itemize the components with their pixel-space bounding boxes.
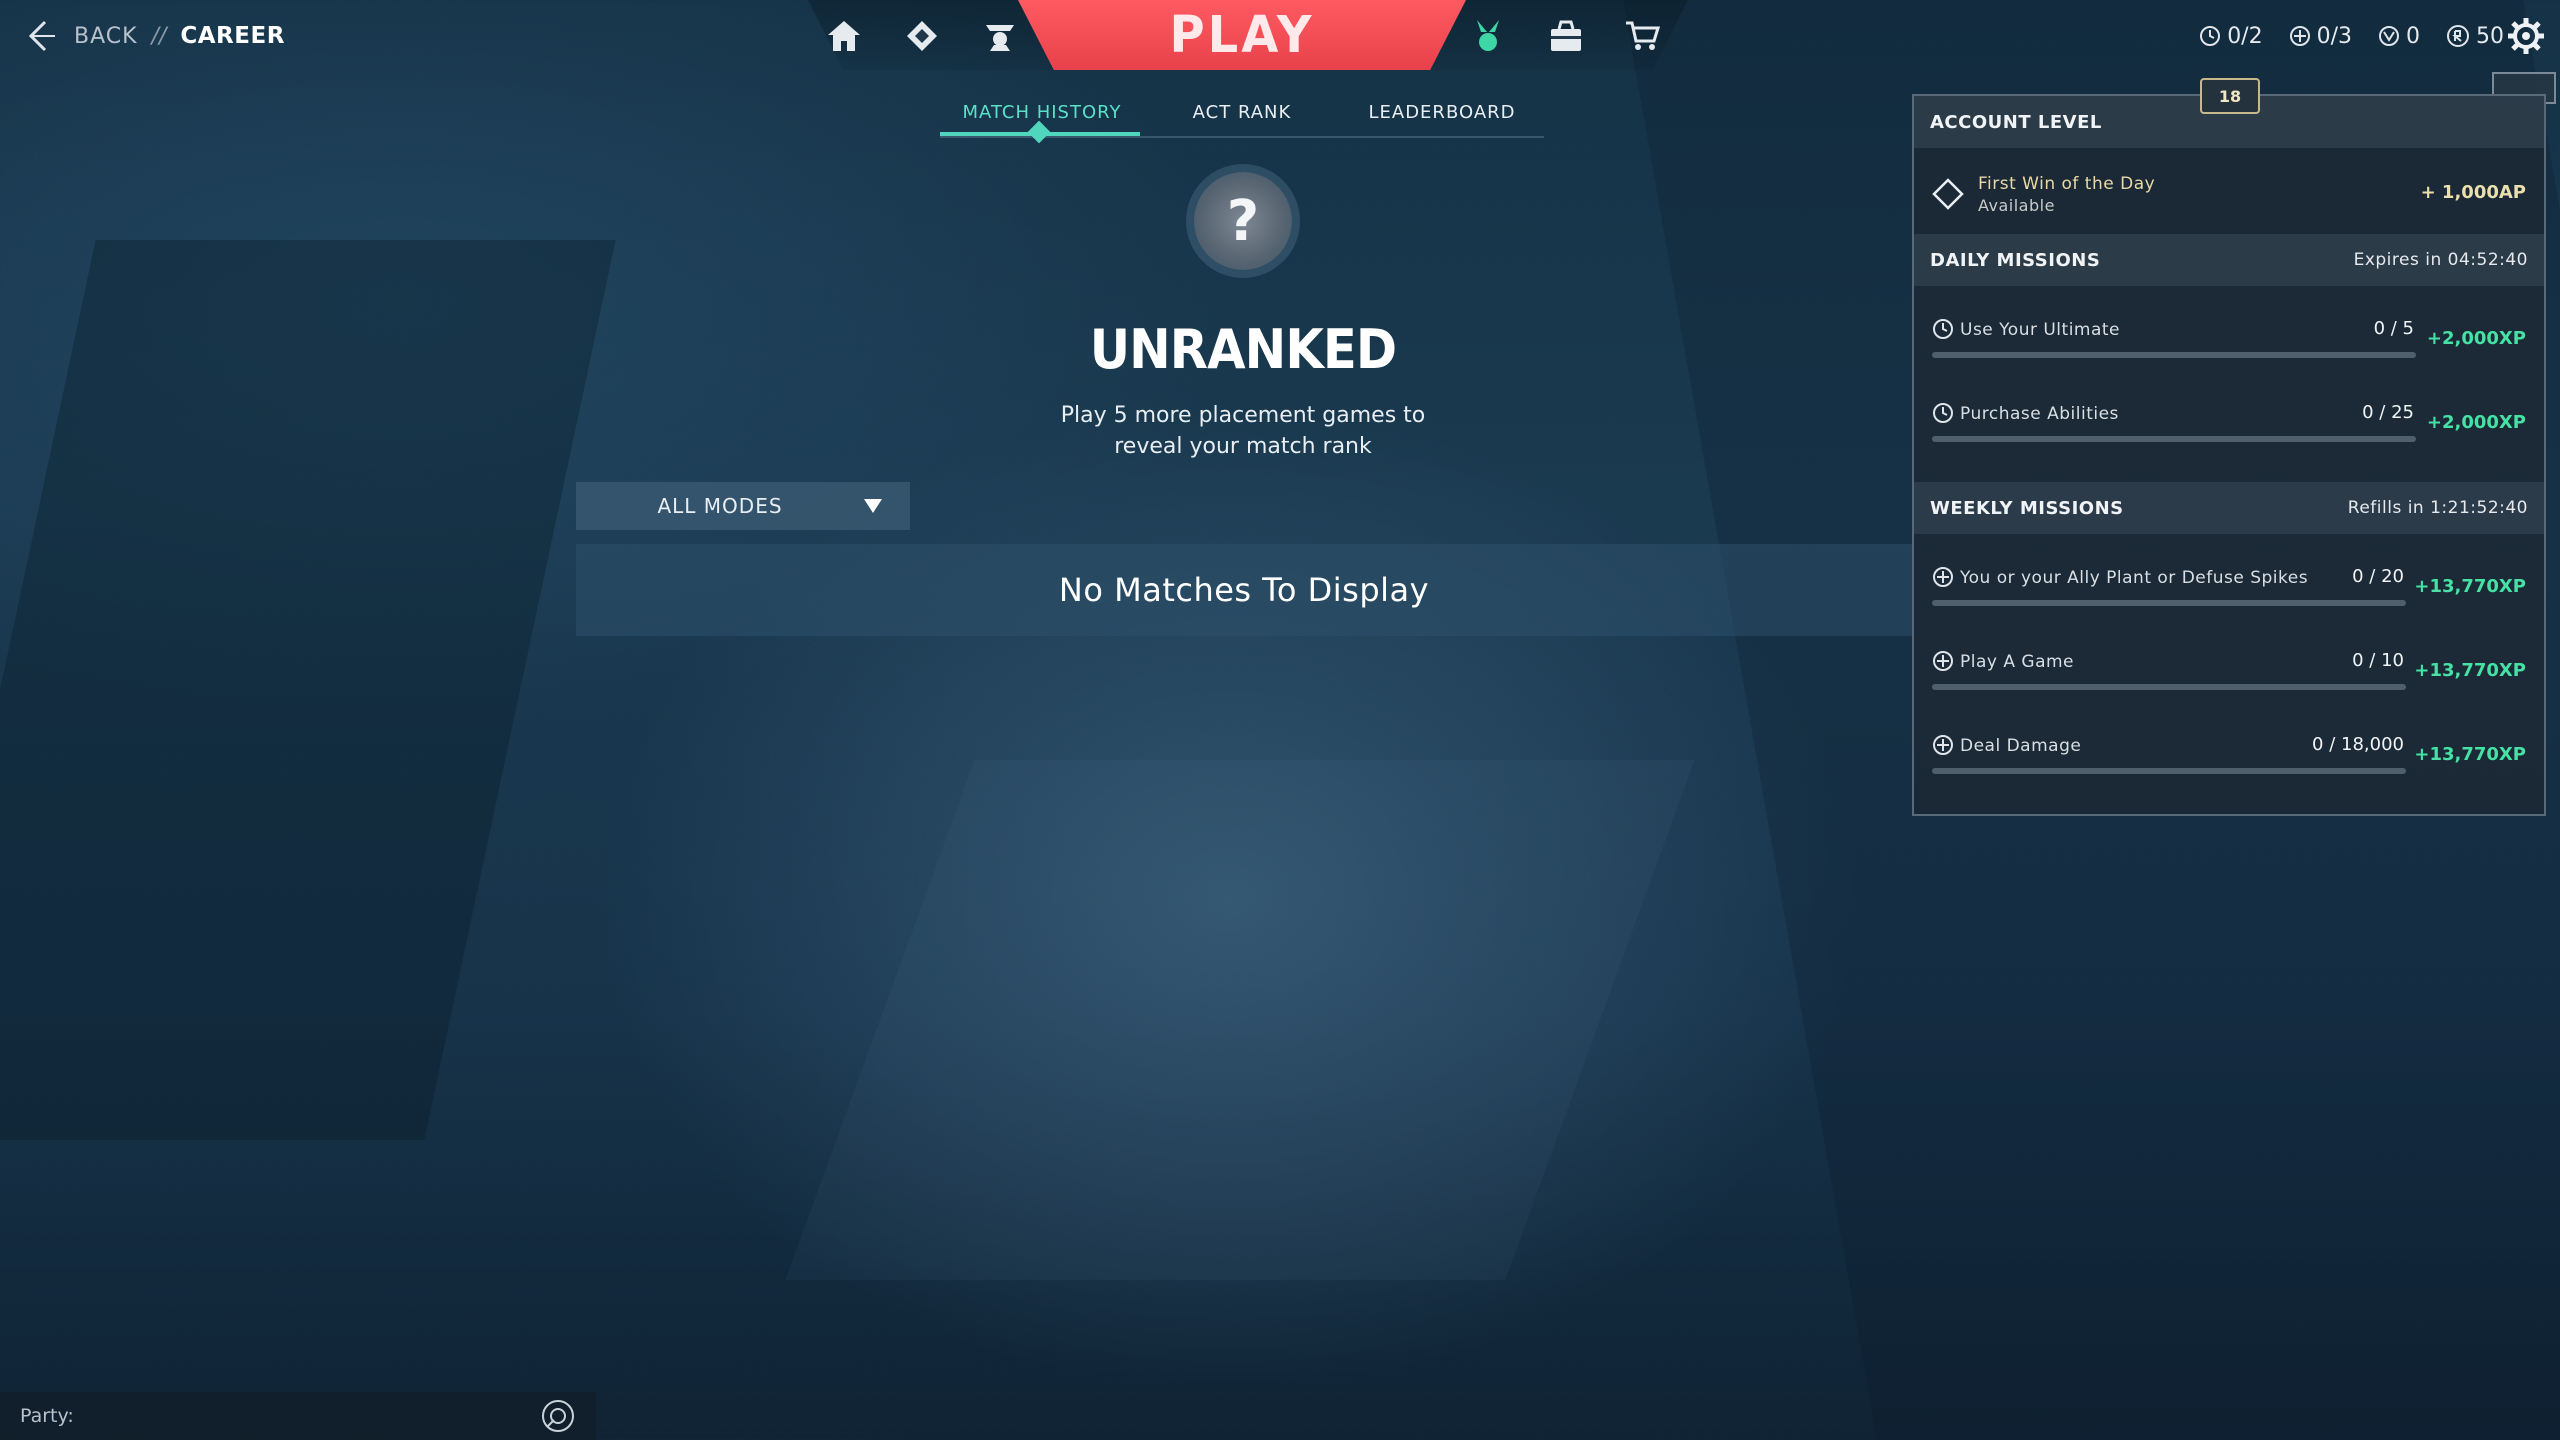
currency-value: 0/2 <box>2227 23 2263 49</box>
currency-bar: 0/2 0/3 0 50 <box>2199 20 2504 52</box>
rank-description: Play 5 more placement games to reveal yo… <box>1000 400 1486 462</box>
career-subtabs: MATCH HISTORY ACT RANK LEADERBOARD <box>940 96 1544 144</box>
tab-match-history[interactable]: MATCH HISTORY <box>942 102 1142 123</box>
battlepass-icon[interactable] <box>900 14 944 58</box>
currency-item[interactable]: 0 <box>2378 24 2420 49</box>
mission-progress-bar <box>1932 768 2406 774</box>
first-win-label: First Win of the Day <box>1978 174 2156 194</box>
currency-value: 50 <box>2476 23 2504 49</box>
section-title: DAILY MISSIONS <box>1930 249 2101 271</box>
active-tab-diamond <box>1027 120 1051 144</box>
currency-value: 0 <box>2406 23 2420 49</box>
background-shape <box>0 240 616 1140</box>
tab-leaderboard[interactable]: LEADERBOARD <box>1342 102 1542 123</box>
mission-name: Play A Game <box>1960 652 2074 672</box>
mission-progress: 0 / 18,000 <box>2312 734 2404 755</box>
play-label: PLAY <box>1169 5 1315 65</box>
home-icon[interactable] <box>822 14 866 58</box>
diamond-icon <box>1932 178 1964 210</box>
empty-state-text: No Matches To Display <box>1058 571 1430 609</box>
rank-glyph: ? <box>1226 188 1260 254</box>
currency-item[interactable]: 50 <box>2446 24 2504 49</box>
section-title: ACCOUNT LEVEL <box>1930 111 2102 133</box>
mode-dropdown[interactable]: ALL MODES <box>576 482 910 530</box>
rank-description-line: Play 5 more placement games to <box>1060 403 1426 428</box>
currency-item[interactable]: 0/2 <box>2199 23 2263 49</box>
mission-progress-bar <box>1932 600 2406 606</box>
party-bar: Party: <box>0 1392 596 1440</box>
mission-reward: +2,000XP <box>2426 328 2526 349</box>
clock-icon <box>1933 319 1953 339</box>
play-tab[interactable]: PLAY <box>1018 0 1466 70</box>
account-level-badge: 18 <box>2200 78 2260 114</box>
first-win-status: Available <box>1978 196 2055 215</box>
agents-icon[interactable] <box>978 14 1022 58</box>
mission-name: Use Your Ultimate <box>1960 320 2121 340</box>
weekly-timer: Refills in 1:21:52:40 <box>2347 498 2528 518</box>
mission-reward: +13,770XP <box>2414 744 2526 765</box>
valorant-points-icon <box>2379 26 2399 46</box>
rank-description-line: reveal your match rank <box>1114 434 1372 459</box>
daily-timer: Expires in 04:52:40 <box>2353 250 2528 270</box>
currency-item[interactable]: 0/3 <box>2289 24 2352 49</box>
mission-name: Deal Damage <box>1960 736 2082 756</box>
rank-title: UNRANKED <box>1089 318 1397 381</box>
mission-name: Purchase Abilities <box>1960 404 2119 424</box>
currency-value: 0/3 <box>2316 23 2352 49</box>
career-icon[interactable] <box>1466 14 1510 58</box>
mission-progress: 0 / 25 <box>2362 402 2414 423</box>
top-navigation: PLAY <box>0 0 2560 72</box>
first-win-reward: + 1,000AP <box>2420 182 2526 203</box>
plus-circle-icon <box>2289 26 2310 46</box>
mission-progress-bar <box>1932 352 2416 358</box>
plus-circle-icon <box>1933 651 1953 671</box>
dropdown-arrow-icon <box>864 499 882 513</box>
mission-progress: 0 / 20 <box>2352 566 2404 587</box>
section-title: WEEKLY MISSIONS <box>1930 497 2124 519</box>
tab-act-rank[interactable]: ACT RANK <box>1142 102 1342 123</box>
mission-reward: +13,770XP <box>2414 576 2526 597</box>
background-shape <box>785 760 1695 1280</box>
mission-progress-bar <box>1932 436 2416 442</box>
settings-gear-icon[interactable] <box>2506 16 2546 56</box>
mission-progress: 0 / 10 <box>2352 650 2404 671</box>
daily-missions-header: DAILY MISSIONS Expires in 04:52:40 <box>1914 234 2544 286</box>
collection-icon[interactable] <box>1544 14 1588 58</box>
store-icon[interactable] <box>1620 14 1664 58</box>
mission-reward: +13,770XP <box>2414 660 2526 681</box>
plus-circle-icon <box>1933 567 1953 587</box>
clock-icon <box>1933 403 1953 423</box>
mission-progress-bar <box>1932 684 2406 690</box>
match-list-empty: No Matches To Display <box>576 544 1912 636</box>
unranked-icon: ? <box>1194 172 1292 270</box>
mission-reward: +2,000XP <box>2426 412 2526 433</box>
party-label: Party: <box>20 1405 74 1427</box>
mission-progress: 0 / 5 <box>2373 318 2414 339</box>
party-invite-icon[interactable] <box>540 1398 576 1434</box>
mode-dropdown-value: ALL MODES <box>657 494 783 518</box>
plus-circle-icon <box>1933 735 1953 755</box>
radianite-icon <box>2447 25 2469 47</box>
weekly-missions-header: WEEKLY MISSIONS Refills in 1:21:52:40 <box>1914 482 2544 534</box>
missions-panel: ACCOUNT LEVEL First Win of the Day Avail… <box>1912 94 2546 816</box>
mission-name: You or your Ally Plant or Defuse Spikes <box>1960 568 2309 588</box>
clock-icon <box>2200 26 2221 46</box>
